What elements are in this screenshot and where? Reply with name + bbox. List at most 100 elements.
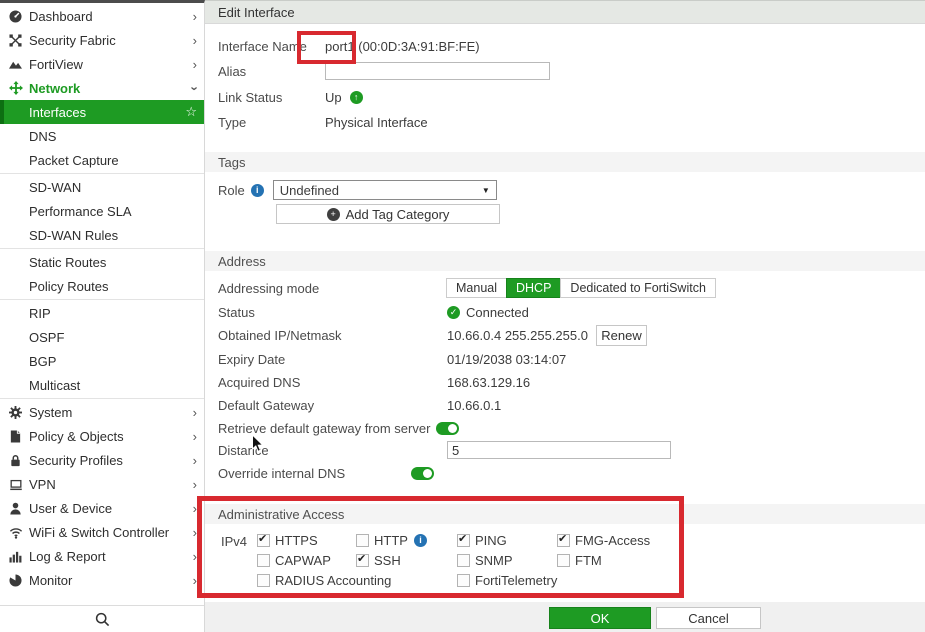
search-icon[interactable] bbox=[95, 612, 110, 627]
fortitelemetry-checkbox[interactable] bbox=[457, 574, 470, 587]
sidebar-item-system[interactable]: System› bbox=[0, 400, 204, 424]
access-option-label: CAPWAP bbox=[275, 553, 331, 568]
ssh-checkbox[interactable] bbox=[356, 554, 369, 567]
default-gateway-value: 10.66.0.1 bbox=[447, 398, 501, 413]
sidebar-item-user-device[interactable]: User & Device› bbox=[0, 496, 204, 520]
chevron-right-icon: › bbox=[193, 406, 197, 419]
sidebar-item-rip[interactable]: RIP bbox=[0, 301, 204, 325]
sidebar-item-packet-capture[interactable]: Packet Capture bbox=[0, 148, 204, 172]
alias-input[interactable] bbox=[325, 62, 550, 80]
sidebar-item-log-report[interactable]: Log & Report› bbox=[0, 544, 204, 568]
link-status-row: Link Status Up ↑ bbox=[205, 88, 925, 106]
capwap-checkbox[interactable] bbox=[257, 554, 270, 567]
role-label: Role bbox=[218, 183, 245, 198]
security-fabric-icon bbox=[8, 34, 23, 47]
access-option-fortitelemetry[interactable]: FortiTelemetry bbox=[457, 573, 557, 588]
access-option-ping[interactable]: PING bbox=[457, 533, 557, 548]
access-option-snmp[interactable]: SNMP bbox=[457, 553, 557, 568]
status-row: Status ✓ Connected bbox=[205, 303, 925, 321]
cancel-button[interactable]: Cancel bbox=[656, 607, 761, 629]
snmp-checkbox[interactable] bbox=[457, 554, 470, 567]
access-option-label: HTTP bbox=[374, 533, 408, 548]
sidebar-item-label: Security Fabric bbox=[29, 33, 116, 48]
retrieve-gateway-label: Retrieve default gateway from server bbox=[218, 421, 430, 436]
acquired-dns-label: Acquired DNS bbox=[218, 375, 447, 390]
role-info-icon[interactable]: i bbox=[251, 184, 264, 197]
distance-input[interactable] bbox=[447, 441, 671, 459]
mode-dhcp-button[interactable]: DHCP bbox=[506, 278, 561, 298]
sidebar-item-policy-objects[interactable]: Policy & Objects› bbox=[0, 424, 204, 448]
sidebar-item-ospf[interactable]: OSPF bbox=[0, 325, 204, 349]
ipv4-access-row: IPv4 HTTPSHTTPiPINGFMG-AccessCAPWAPSSHSN… bbox=[205, 533, 925, 588]
sidebar-item-security-fabric[interactable]: Security Fabric› bbox=[0, 28, 204, 52]
ok-button[interactable]: OK bbox=[549, 607, 651, 629]
obtained-ip-value: 10.66.0.4 255.255.255.0 bbox=[447, 328, 588, 343]
sidebar-item-security-profiles[interactable]: Security Profiles› bbox=[0, 448, 204, 472]
favorite-star-icon[interactable]: ☆ bbox=[185, 104, 197, 120]
sidebar-item-dashboard[interactable]: Dashboard› bbox=[0, 4, 204, 28]
radius-accounting-checkbox[interactable] bbox=[257, 574, 270, 587]
access-option-fmg-access[interactable]: FMG-Access bbox=[557, 533, 687, 548]
connected-check-icon: ✓ bbox=[447, 306, 460, 319]
access-option-ssh[interactable]: SSH bbox=[356, 553, 457, 568]
sidebar-item-network[interactable]: Network› bbox=[0, 76, 204, 100]
role-row: Role i Undefined ▼ bbox=[205, 180, 925, 200]
http-info-icon[interactable]: i bbox=[414, 534, 427, 547]
sidebar-item-policy-routes[interactable]: Policy Routes bbox=[0, 274, 204, 298]
chevron-right-icon: › bbox=[193, 478, 197, 491]
ftm-checkbox[interactable] bbox=[557, 554, 570, 567]
sidebar-item-sd-wan-rules[interactable]: SD-WAN Rules bbox=[0, 223, 204, 247]
sidebar-item-wifi-switch-controller[interactable]: WiFi & Switch Controller› bbox=[0, 520, 204, 544]
fmg-access-checkbox[interactable] bbox=[557, 534, 570, 547]
sidebar-item-bgp[interactable]: BGP bbox=[0, 349, 204, 373]
sidebar-search[interactable] bbox=[0, 605, 204, 632]
sidebar-item-label: Policy Routes bbox=[29, 279, 108, 294]
sidebar-nav: Dashboard›Security Fabric›FortiView›Netw… bbox=[0, 3, 204, 605]
http-checkbox[interactable] bbox=[356, 534, 369, 547]
sidebar-item-label: Security Profiles bbox=[29, 453, 123, 468]
mode-manual-button[interactable]: Manual bbox=[446, 278, 507, 298]
chevron-down-icon: › bbox=[188, 86, 201, 90]
alias-row: Alias bbox=[205, 62, 925, 80]
access-option-capwap[interactable]: CAPWAP bbox=[257, 553, 356, 568]
tags-section-title: Tags bbox=[218, 155, 245, 170]
admin-access-section: Administrative Access IPv4 HTTPSHTTPiPIN… bbox=[205, 504, 925, 588]
sidebar-item-label: Interfaces bbox=[29, 105, 86, 120]
sidebar-item-dns[interactable]: DNS bbox=[0, 124, 204, 148]
sidebar-item-label: Monitor bbox=[29, 573, 72, 588]
sidebar-item-vpn[interactable]: VPN› bbox=[0, 472, 204, 496]
retrieve-gateway-toggle[interactable] bbox=[436, 422, 459, 435]
access-option-https[interactable]: HTTPS bbox=[257, 533, 356, 548]
chevron-right-icon: › bbox=[193, 526, 197, 539]
role-dropdown[interactable]: Undefined ▼ bbox=[273, 180, 497, 200]
plus-icon: + bbox=[327, 208, 340, 221]
renew-button[interactable]: Renew bbox=[596, 325, 647, 346]
override-dns-toggle[interactable] bbox=[411, 467, 434, 480]
sidebar-item-static-routes[interactable]: Static Routes bbox=[0, 250, 204, 274]
vpn-icon bbox=[8, 478, 23, 491]
access-option-radius-accounting[interactable]: RADIUS Accounting bbox=[257, 573, 457, 588]
ping-checkbox[interactable] bbox=[457, 534, 470, 547]
sidebar-item-performance-sla[interactable]: Performance SLA bbox=[0, 199, 204, 223]
dashboard-icon bbox=[8, 10, 23, 23]
status-value: Connected bbox=[466, 305, 529, 320]
sidebar-item-interfaces[interactable]: Interfaces ☆ bbox=[0, 100, 204, 124]
sidebar-item-multicast[interactable]: Multicast bbox=[0, 373, 204, 397]
add-tag-category-button[interactable]: + Add Tag Category bbox=[276, 204, 500, 224]
type-value: Physical Interface bbox=[325, 115, 428, 130]
policy-objects-icon bbox=[8, 430, 23, 443]
access-option-label: HTTPS bbox=[275, 533, 318, 548]
sidebar-item-sd-wan[interactable]: SD-WAN bbox=[0, 175, 204, 199]
sidebar-item-label: DNS bbox=[29, 129, 56, 144]
access-option-http[interactable]: HTTP i bbox=[356, 533, 457, 548]
app-window: Dashboard›Security Fabric›FortiView›Netw… bbox=[0, 0, 925, 632]
address-section-title: Address bbox=[218, 254, 266, 269]
sidebar-item-fortiview[interactable]: FortiView› bbox=[0, 52, 204, 76]
mode-fortiswitch-button[interactable]: Dedicated to FortiSwitch bbox=[560, 278, 715, 298]
https-checkbox[interactable] bbox=[257, 534, 270, 547]
sidebar-item-monitor[interactable]: Monitor› bbox=[0, 568, 204, 592]
link-up-icon: ↑ bbox=[350, 91, 363, 104]
chevron-right-icon: › bbox=[193, 502, 197, 515]
sidebar-item-label: Packet Capture bbox=[29, 153, 119, 168]
access-option-ftm[interactable]: FTM bbox=[557, 553, 687, 568]
